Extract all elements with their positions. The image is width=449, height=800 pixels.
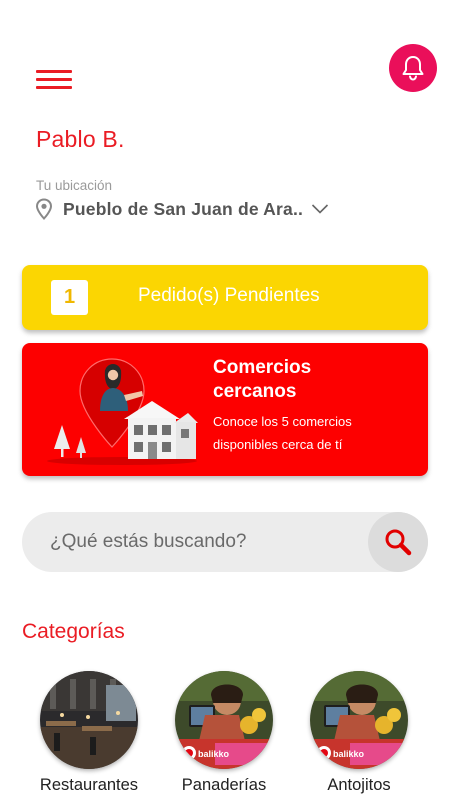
- nearby-illustration: [47, 358, 198, 465]
- category-image-panaderias: balikko: [175, 671, 273, 769]
- nearby-description: Conoce los 5 comercios disponibles cerca…: [213, 414, 352, 452]
- category-image-antojitos: balikko: [310, 671, 408, 769]
- category-label: Antojitos: [327, 776, 391, 794]
- category-image-restaurantes: [40, 671, 138, 769]
- menu-line: [36, 86, 72, 89]
- category-label: Restaurantes: [39, 776, 139, 794]
- search-input[interactable]: [50, 512, 370, 572]
- menu-line: [36, 70, 72, 73]
- chevron-down-icon: [312, 204, 329, 214]
- promo-brand: balikko: [198, 749, 230, 759]
- categories-title: Categorías: [22, 620, 125, 643]
- search-button[interactable]: [368, 512, 428, 572]
- notifications-button[interactable]: [389, 44, 437, 92]
- user-name: Pablo B.: [36, 126, 125, 152]
- location-value: Pueblo de San Juan de Ara..: [63, 198, 304, 219]
- pending-orders-card[interactable]: 1 Pedido(s) Pendientes: [22, 265, 428, 330]
- nearby-title: Comercios cercanos: [213, 357, 312, 402]
- hamburger-menu-icon[interactable]: [36, 68, 72, 92]
- category-panaderias[interactable]: balikko Panaderías: [164, 671, 284, 795]
- search-icon: [385, 529, 412, 556]
- nearby-businesses-card[interactable]: Comercios cercanos Conoce los 5 comercio…: [22, 343, 428, 476]
- location-label: Tu ubicación: [36, 178, 113, 193]
- category-antojitos[interactable]: balikko Antojitos: [299, 671, 419, 795]
- pending-orders-label: Pedido(s) Pendientes: [138, 285, 320, 306]
- location-selector[interactable]: Pueblo de San Juan de Ara..: [34, 198, 329, 220]
- menu-line: [36, 78, 72, 81]
- category-label: Panaderías: [181, 776, 267, 794]
- location-pin-icon: [35, 198, 53, 220]
- pending-count-badge: 1: [51, 280, 88, 315]
- promo-brand: balikko: [333, 749, 365, 759]
- bell-icon: [402, 56, 424, 81]
- category-restaurantes[interactable]: Restaurantes: [29, 671, 149, 795]
- search-bar: [22, 512, 428, 572]
